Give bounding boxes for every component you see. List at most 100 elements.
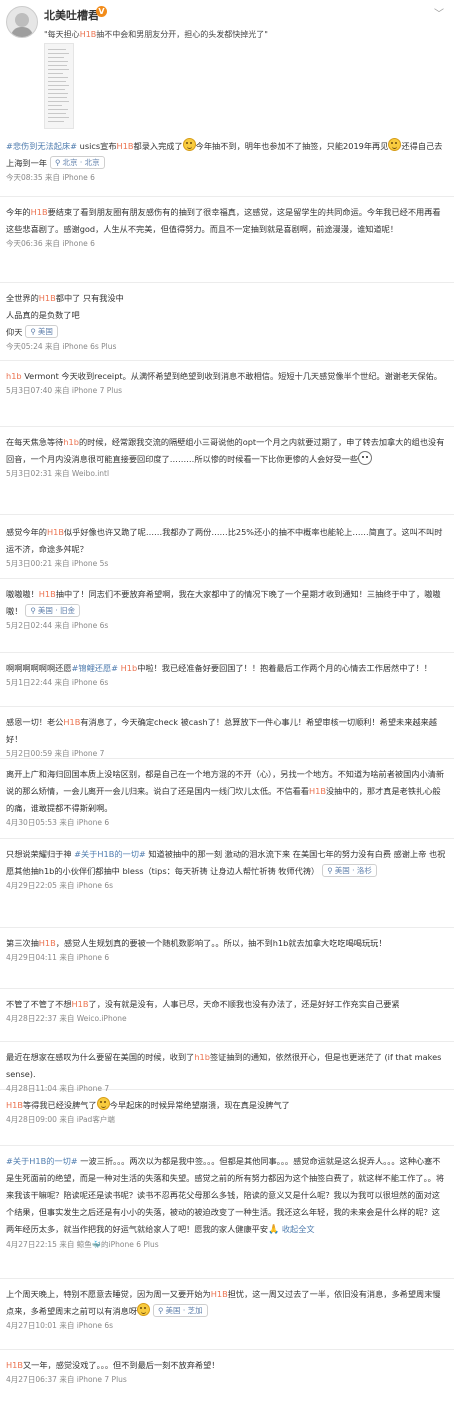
text-segment: ，感觉人生规划真的要被一个随机数影响了。。所以，抽不到h1b就去加拿大吃吃喝喝玩… [55, 938, 387, 948]
post-meta: 4月27日22:15 来自 鲸鱼🐳的iPhone 6 Plus [6, 1240, 159, 1249]
sad-emoji-icon [388, 138, 402, 151]
post-text: 在每天焦急等待h1b的时候，经常跟我交流的隔壁组小三哥说他的opt一个月之内就要… [0, 434, 454, 468]
text-segment: 在每天焦急等待 [6, 437, 64, 447]
location-tag[interactable]: ⚲ 美国 · 洛杉 [322, 864, 377, 877]
chevron-down-icon[interactable]: ﹀ [434, 5, 444, 20]
post-item[interactable]: 嗷嗷嗷！H1B抽中了！同志们不要放弃希望啊，我在大家都中了的情况下晚了一个星期才… [0, 586, 454, 632]
text-segment: 仰天 [6, 327, 23, 337]
location-tag[interactable]: ⚲ 美国 · 芝加 [153, 1304, 208, 1317]
text-segment: 感恩一切！老公 [6, 717, 64, 727]
post-item[interactable]: 感恩一切！老公H1B有消息了，今天确定check 被cash了！总算放下一件心事… [0, 714, 454, 760]
post-meta: 5月2日00:59 来自 iPhone 7 [6, 749, 105, 758]
post-meta: 4月27日10:01 来自 iPhone 6s [6, 1321, 114, 1330]
location-text: 美国 · 芝加 [165, 1306, 203, 1315]
post-meta: 4月30日05:53 来自 iPhone 6 [6, 818, 110, 827]
post-divider [0, 360, 454, 361]
keyword: H1B [30, 207, 48, 217]
text-segment: 一波三折。。。两次以为都是我中签。。。但都是其他同事。。。感觉命运就是这么捉弄人… [6, 1156, 445, 1234]
post-text: #悲伤到无法起床# usics宣布H1B都录入完成了 今年抽不到，明年也参加不了抽… [0, 138, 454, 172]
keyword: H1B [38, 293, 56, 303]
keyword: H1B [38, 938, 56, 948]
text-segment: 中啦！我已经准备好要回国了！！抱着最后工作两个月的心情去工作居然中了！！ [137, 663, 432, 673]
location-pin-icon: ⚲ [54, 158, 61, 167]
post-divider [0, 426, 454, 427]
collapse-full-text-link[interactable]: 收起全文 [282, 1224, 315, 1234]
text-segment: 啊啊啊啊啊啊还愿 [6, 663, 72, 673]
post-item[interactable]: 在每天焦急等待h1b的时候，经常跟我交流的隔壁组小三哥说他的opt一个月之内就要… [0, 434, 454, 480]
post-item[interactable]: #悲伤到无法起床# usics宣布H1B都录入完成了 今年抽不到，明年也参加不了抽… [0, 138, 454, 184]
keyword: H1B [63, 717, 81, 727]
post-meta: 4月28日22:37 来自 Weico.iPhone [6, 1014, 127, 1023]
post-meta: 4月28日09:00 来自 iPad客户端 [6, 1115, 115, 1124]
post-text: H1B等得我已经没脾气了 今早起床的时候异常绝望崩溃，现在真是没脾气了 [0, 1097, 454, 1114]
keyword: H1B [38, 589, 56, 599]
text-segment: 今年的 [6, 207, 31, 217]
post-item[interactable]: 今年的H1B要结束了看到朋友圈有朋友感伤有的抽到了很幸福真，这感觉，这是留学生的… [0, 204, 454, 250]
post-item[interactable]: h1b Vermont 今天收到receipt。从满怀希望到绝望到收到消息不敢相… [0, 368, 454, 397]
avatar-body [11, 27, 33, 37]
text-segment: 都录入完成了 [133, 141, 183, 151]
post-meta: 5月3日00:21 来自 iPhone 5s [6, 559, 109, 568]
location-text: 美国 · 旧金 [37, 606, 76, 615]
text-segment: 人品真的是负数了吧 [6, 310, 80, 320]
username[interactable]: 北美吐槽君 [44, 7, 99, 23]
topic-link[interactable]: #锦鲤还愿# [72, 663, 118, 673]
post-item[interactable]: #关于H1B的一切# 一波三折。。。两次以为都是我中签。。。但都是其他同事。。。… [0, 1153, 454, 1251]
post-meta: 今天08:35 来自 iPhone 6 [6, 173, 95, 182]
post-item[interactable]: 感觉今年的H1B似乎好像也许又跪了呢……我都办了两份……比25%还小的抽不中概率… [0, 524, 454, 570]
post-item[interactable]: 第三次抽H1B，感觉人生规划真的要被一个随机数影响了。。所以，抽不到h1b就去加… [0, 935, 454, 964]
location-pin-icon: ⚲ [327, 866, 333, 875]
post-item[interactable]: H1B又一年，感觉没戏了。。。但不到最后一刻不放弃希望！ 4月27日06:37 来… [0, 1357, 454, 1386]
post-item[interactable]: 离开上广和海归回国本质上没啥区别，都是自己在一个地方混的不开（心），另找一个地方… [0, 766, 454, 829]
text-segment: 全世界的 [6, 293, 39, 303]
post-divider [0, 988, 454, 989]
post-text: 最近在想家在感叹为什么要留在美国的时候，收到了h1b签证抽到的通知，依然很开心，… [0, 1049, 454, 1083]
post-meta: 5月3日07:40 来自 iPhone 7 Plus [6, 386, 123, 395]
post-item[interactable]: 啊啊啊啊啊啊还愿#锦鲤还愿# H1b中啦！我已经准备好要回国了！！抱着最后工作两… [0, 660, 454, 689]
post-meta: 4月29日22:05 来自 iPhone 6s [6, 881, 114, 890]
post-item[interactable]: 最近在想家在感叹为什么要留在美国的时候，收到了h1b签证抽到的通知，依然很开心，… [0, 1049, 454, 1095]
post-text: 啊啊啊啊啊啊还愿#锦鲤还愿# H1b中啦！我已经准备好要回国了！！抱着最后工作两… [0, 660, 454, 677]
text-segment: 感觉今年的 [6, 527, 47, 537]
post-meta: 5月3日02:31 来自 Weibo.intl [6, 469, 110, 478]
post-divider [0, 1349, 454, 1350]
post-text: #关于H1B的一切# 一波三折。。。两次以为都是我中签。。。但都是其他同事。。。… [0, 1153, 454, 1239]
post-meta: 4月28日11:04 来自 iPhone 7 [6, 1084, 110, 1093]
keyword: H1B [6, 1360, 23, 1370]
topic-link[interactable]: #关于H1B的一切# [74, 849, 146, 859]
quote-after: 抽不中会和男朋友分开，担心的头发都快掉光了" [96, 30, 268, 39]
post-item[interactable]: 上个周天晚上，特别不愿意去睡觉，因为周一又要开始为H1B担忧，这一周又过去了一半… [0, 1286, 454, 1332]
text-segment: 又一年，感觉没戏了。。。但不到最后一刻不放弃希望！ [22, 1360, 220, 1370]
post-text: H1B又一年，感觉没戏了。。。但不到最后一刻不放弃希望！ [0, 1357, 454, 1374]
post-text: 离开上广和海归回国本质上没啥区别，都是自己在一个地方混的不开（心），另找一个地方… [0, 766, 454, 817]
post-item[interactable]: 不管了不管了不想H1B了，没有就是没有，人事已尽，天命不顺我也没有办法了，还是好… [0, 996, 454, 1025]
location-tag[interactable]: ⚲ 北京 · 北京 [49, 156, 105, 169]
post-item[interactable]: 全世界的H1B都中了 只有我没中 人品真的是负数了吧 仰天 ⚲ 美国 今天05:24 来自… [0, 290, 454, 353]
post-text: 今年的H1B要结束了看到朋友圈有朋友感伤有的抽到了很幸福真，这感觉，这是留学生的… [0, 204, 454, 238]
keyword: H1B [210, 1289, 228, 1299]
face-emoji-icon [358, 451, 373, 465]
text-segment: 似乎好像也许又跪了呢……我都办了两份……比25%还小的抽不中概率也能轮上……简直… [6, 527, 443, 554]
post-meta: 5月2日02:44 来自 iPhone 6s [6, 621, 109, 630]
text-segment: 第三次抽 [6, 938, 39, 948]
attached-image-thumbnail[interactable] [44, 43, 74, 129]
post-meta: 今天06:36 来自 iPhone 6 [6, 239, 95, 248]
post-divider [0, 1041, 454, 1042]
text-segment: 今早起床的时候异常绝望崩溃，现在真是没脾气了 [109, 1100, 290, 1110]
text-segment: 要结束了看到朋友圈有朋友感伤有的抽到了很幸福真，这感觉，这是留学生的共同命运。今… [6, 207, 441, 234]
text-segment: 嗷嗷嗷！ [6, 589, 39, 599]
sad-emoji-icon [96, 1097, 110, 1110]
post-meta: 今天05:24 来自 iPhone 6s Plus [6, 342, 117, 351]
topic-link[interactable]: #悲伤到无法起床# [6, 141, 77, 151]
post-item[interactable]: H1B等得我已经没脾气了 今早起床的时候异常绝望崩溃，现在真是没脾气了 4月28日0… [0, 1097, 454, 1126]
keyword: h1b [194, 1052, 210, 1062]
keyword: H1B [71, 999, 89, 1009]
location-pin-icon: ⚲ [30, 327, 36, 336]
location-tag[interactable]: ⚲ 美国 · 旧金 [25, 604, 81, 617]
location-tag[interactable]: ⚲ 美国 [25, 325, 58, 338]
post-text: 嗷嗷嗷！H1B抽中了！同志们不要放弃希望啊，我在大家都中了的情况下晚了一个星期才… [0, 586, 454, 620]
topic-link[interactable]: #关于H1B的一切# [6, 1156, 78, 1166]
post-divider [0, 927, 454, 928]
post-item[interactable]: 只想说荣耀归于神 #关于H1B的一切# 知道被抽中的那一刻 激动的泪水流下来 在… [0, 846, 454, 892]
avatar[interactable] [6, 6, 38, 38]
